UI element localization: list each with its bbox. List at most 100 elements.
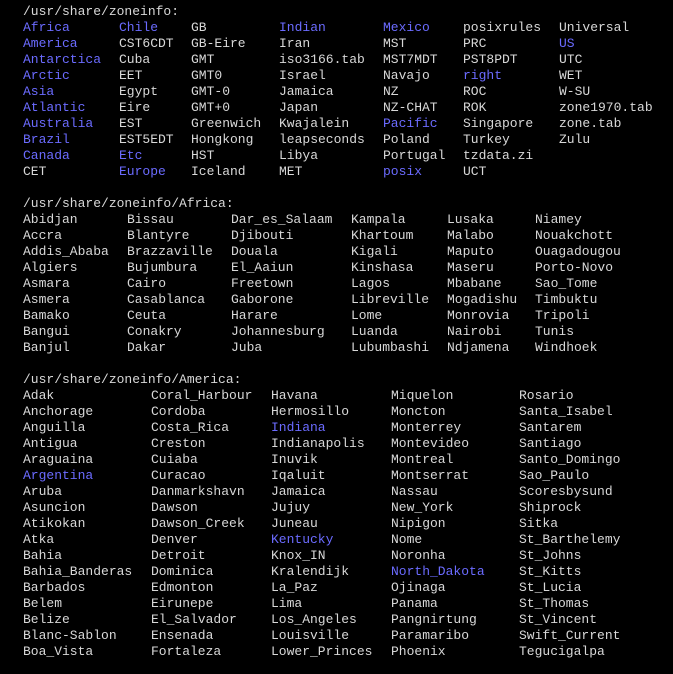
file-entry: Hongkong [191, 132, 254, 147]
file-entry: GMT0 [191, 68, 223, 83]
directory-entry: Indiana [271, 420, 326, 435]
file-entry: MST7MDT [383, 52, 438, 67]
file-entry: Detroit [151, 548, 206, 563]
file-entry: Atikokan [23, 516, 86, 531]
file-entry: Khartoum [351, 228, 414, 243]
file-entry: Kigali [351, 244, 398, 259]
file-entry: Juba [231, 340, 263, 355]
file-entry: Djibouti [231, 228, 294, 243]
file-entry: Danmarkshavn [151, 484, 245, 499]
file-entry: Bujumbura [127, 260, 198, 275]
directory-entry: Antarctica [23, 52, 102, 67]
file-entry: leapseconds [279, 132, 365, 147]
file-entry: Conakry [127, 324, 182, 339]
file-entry: Singapore [463, 116, 534, 131]
file-entry: Sao_Tome [535, 276, 598, 291]
file-entry: Panama [391, 596, 438, 611]
directory-entry: North_Dakota [391, 564, 485, 579]
file-entry: posixrules [463, 20, 542, 35]
directory-entry: Mexico [383, 20, 430, 35]
file-entry: Anguilla [23, 420, 86, 435]
file-entry: GB-Eire [191, 36, 246, 51]
file-entry: UCT [463, 164, 487, 179]
file-entry: Israel [279, 68, 326, 83]
file-entry: tzdata.zi [463, 148, 534, 163]
file-entry: Ndjamena [447, 340, 510, 355]
file-entry: Tegucigalpa [519, 644, 605, 659]
file-entry: Swift_Current [519, 628, 621, 643]
file-entry: NZ-CHAT [383, 100, 438, 115]
file-entry: El_Aaiun [231, 260, 294, 275]
directory-entry: right [463, 68, 503, 83]
file-entry: Moncton [391, 404, 446, 419]
file-entry: Casablanca [127, 292, 206, 307]
file-entry: Banjul [23, 340, 70, 355]
file-entry: Greenwich [191, 116, 262, 131]
file-entry: Blanc-Sablon [23, 628, 117, 643]
file-entry: St_Johns [519, 548, 582, 563]
directory-path-heading: /usr/share/zoneinfo/Africa: [23, 196, 234, 211]
file-entry: St_Lucia [519, 580, 582, 595]
file-entry: Douala [231, 244, 278, 259]
terminal-window[interactable]: /usr/share/zoneinfo: Africa Chile GB Indian M… [0, 0, 673, 674]
file-entry: Lima [271, 596, 303, 611]
file-entry: Ojinaga [391, 580, 446, 595]
file-entry: Jamaica [271, 484, 326, 499]
file-entry: Aruba [23, 484, 63, 499]
file-entry: Navajo [383, 68, 430, 83]
file-entry: Kampala [351, 212, 406, 227]
file-entry: Ceuta [127, 308, 167, 323]
file-entry: El_Salvador [151, 612, 237, 627]
file-entry: MET [279, 164, 303, 179]
file-entry: Abidjan [23, 212, 78, 227]
file-entry: Addis_Ababa [23, 244, 109, 259]
file-entry: Freetown [231, 276, 294, 291]
directory-entry: Etc [119, 148, 143, 163]
directory-entry: Brazil [23, 132, 70, 147]
directory-entry: posix [383, 164, 423, 179]
directory-entry: Kentucky [271, 532, 334, 547]
directory-path-heading: /usr/share/zoneinfo: [23, 4, 180, 19]
file-entry: Nassau [391, 484, 438, 499]
file-entry: Scoresbysund [519, 484, 613, 499]
file-entry: New_York [391, 500, 454, 515]
file-entry: Cordoba [151, 404, 206, 419]
file-entry: Nairobi [447, 324, 502, 339]
file-entry: Noronha [391, 548, 446, 563]
file-entry: Luanda [351, 324, 398, 339]
file-entry: Bahia [23, 548, 63, 563]
file-entry: Sao_Paulo [519, 468, 590, 483]
file-entry: Bissau [127, 212, 174, 227]
file-entry: La_Paz [271, 580, 318, 595]
file-entry: Iran [279, 36, 311, 51]
file-entry: Jamaica [279, 84, 334, 99]
file-entry: Belize [23, 612, 70, 627]
file-entry: Algiers [23, 260, 78, 275]
file-entry: Lusaka [447, 212, 494, 227]
file-entry: Tunis [535, 324, 575, 339]
file-entry: zone1970.tab [559, 100, 653, 115]
file-entry: Iceland [191, 164, 246, 179]
file-entry: EST5EDT [119, 132, 174, 147]
file-entry: Jujuy [271, 500, 311, 515]
file-entry: Rosario [519, 388, 574, 403]
file-entry: GB [191, 20, 207, 35]
file-entry: Antigua [23, 436, 78, 451]
file-entry: Indianapolis [271, 436, 365, 451]
file-entry: Bangui [23, 324, 70, 339]
file-entry: Fortaleza [151, 644, 222, 659]
file-entry: Dawson_Creek [151, 516, 245, 531]
directory-entry: Australia [23, 116, 94, 131]
file-entry: Santo_Domingo [519, 452, 621, 467]
file-entry: Poland [383, 132, 430, 147]
file-entry: Santarem [519, 420, 582, 435]
file-entry: Adak [23, 388, 55, 403]
file-entry: Anchorage [23, 404, 94, 419]
file-entry: Phoenix [391, 644, 446, 659]
file-entry: Accra [23, 228, 63, 243]
file-entry: Paramaribo [391, 628, 470, 643]
file-entry: Los_Angeles [271, 612, 357, 627]
file-entry: Nouakchott [535, 228, 614, 243]
directory-entry: Arctic [23, 68, 70, 83]
file-entry: Louisville [271, 628, 350, 643]
